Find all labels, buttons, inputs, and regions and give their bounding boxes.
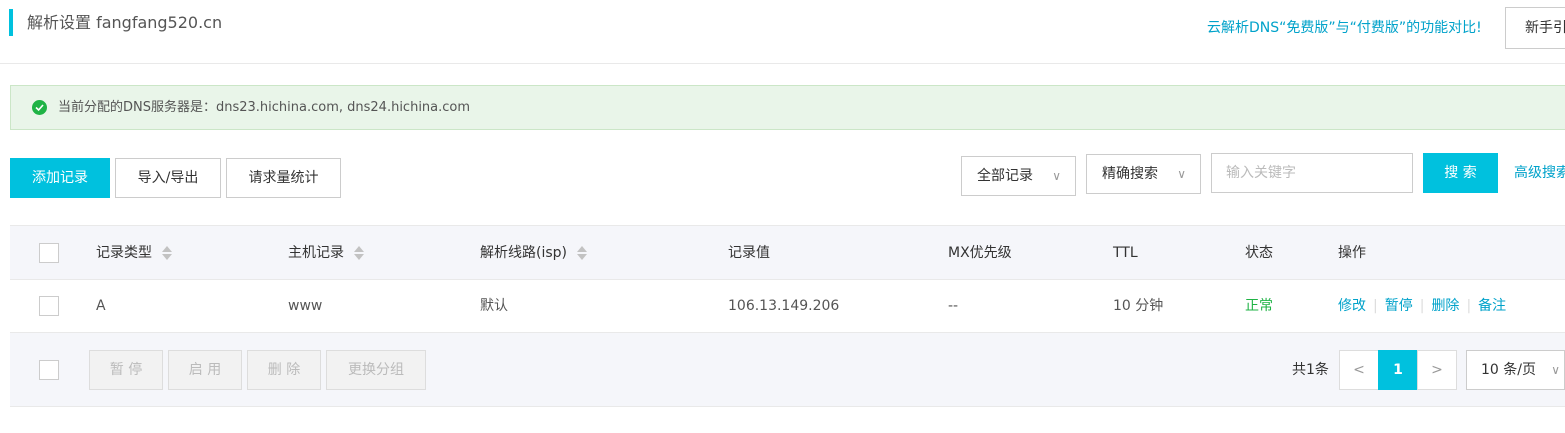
search-mode-value: 精确搜索: [1102, 166, 1158, 182]
request-stats-button[interactable]: 请求量统计: [226, 158, 341, 198]
table-header: 记录类型 主机记录 解析线路(isp) 记录值 MX优先级 TTL 状态 操作: [10, 225, 1565, 280]
prev-page-button[interactable]: <: [1339, 350, 1379, 390]
chevron-down-icon: ∨: [1551, 363, 1560, 377]
delete-link[interactable]: 删除: [1431, 298, 1459, 314]
next-page-button[interactable]: >: [1417, 350, 1457, 390]
page-size-select[interactable]: 10 条/页 ∨: [1466, 350, 1565, 390]
advanced-search-link[interactable]: 高级搜索: [1514, 163, 1565, 183]
beginner-guide-button[interactable]: 新手引: [1505, 7, 1565, 49]
record-filter-select[interactable]: 全部记录 ∨: [961, 156, 1076, 196]
dns-server-notice: 当前分配的DNS服务器是：dns23.hichina.com, dns24.hi…: [10, 85, 1565, 130]
check-circle-icon: [32, 100, 47, 115]
column-status: 状态: [1245, 245, 1273, 261]
row-actions: 修改 | 暂停 | 删除 | 备注: [1338, 296, 1506, 316]
divider: |: [1373, 298, 1378, 314]
status-badge: 正常: [1245, 298, 1273, 314]
footer-select-all-checkbox[interactable]: [39, 360, 59, 380]
column-mx: MX优先级: [948, 245, 1012, 261]
record-value: 106.13.149.206: [728, 298, 840, 314]
add-record-button[interactable]: 添加记录: [10, 158, 110, 198]
page-1-button[interactable]: 1: [1378, 350, 1418, 390]
sort-icon[interactable]: [354, 245, 364, 261]
resolve-line: 默认: [480, 298, 508, 314]
column-type[interactable]: 记录类型: [96, 243, 172, 263]
column-actions: 操作: [1338, 245, 1366, 261]
select-all-checkbox[interactable]: [39, 243, 59, 263]
column-line-label: 解析线路(isp): [480, 245, 567, 261]
mx-priority: --: [948, 298, 959, 314]
bulk-enable-button[interactable]: 启 用: [168, 350, 242, 390]
column-host-label: 主机记录: [288, 245, 344, 261]
record-type: A: [96, 298, 106, 314]
table-footer: [10, 333, 1565, 407]
notice-text: 当前分配的DNS服务器是：dns23.hichina.com, dns24.hi…: [58, 100, 471, 115]
search-input[interactable]: 输入关键字: [1211, 153, 1413, 193]
change-group-button[interactable]: 更换分组: [326, 350, 426, 390]
column-value: 记录值: [728, 245, 770, 261]
search-mode-select[interactable]: 精确搜索 ∨: [1086, 154, 1201, 194]
bulk-pause-button[interactable]: 暂 停: [89, 350, 163, 390]
sort-icon[interactable]: [577, 245, 587, 261]
import-export-button[interactable]: 导入/导出: [115, 158, 221, 198]
chevron-down-icon: ∨: [1052, 169, 1061, 183]
column-ttl: TTL: [1113, 245, 1138, 261]
bulk-delete-button[interactable]: 删 除: [247, 350, 321, 390]
search-button[interactable]: 搜 索: [1423, 153, 1498, 193]
host-record: www: [288, 298, 323, 314]
total-count: 共1条: [1292, 362, 1329, 378]
pause-link[interactable]: 暂停: [1385, 298, 1413, 314]
column-type-label: 记录类型: [96, 245, 152, 261]
divider: |: [1419, 298, 1425, 314]
title-accent-bar: [9, 9, 13, 36]
page-title: 解析设置 fangfang520.cn: [27, 13, 223, 32]
remark-link[interactable]: 备注: [1478, 298, 1506, 314]
divider: |: [1466, 298, 1472, 314]
page-header: 解析设置 fangfang520.cn 云解析DNS“免费版”与“付费版”的功能…: [0, 0, 1565, 64]
version-compare-link[interactable]: 云解析DNS“免费版”与“付费版”的功能对比!: [1207, 18, 1482, 38]
chevron-down-icon: ∨: [1177, 167, 1186, 181]
table-row: A www 默认 106.13.149.206 -- 10 分钟 正常 修改 | 暂…: [10, 280, 1565, 333]
row-checkbox[interactable]: [39, 296, 59, 316]
column-host[interactable]: 主机记录: [288, 243, 364, 263]
record-filter-value: 全部记录: [977, 168, 1033, 184]
sort-icon[interactable]: [162, 245, 172, 261]
edit-link[interactable]: 修改: [1338, 298, 1366, 314]
ttl-value: 10 分钟: [1113, 298, 1164, 314]
page-size-value: 10 条/页: [1481, 362, 1536, 378]
column-line[interactable]: 解析线路(isp): [480, 243, 587, 263]
